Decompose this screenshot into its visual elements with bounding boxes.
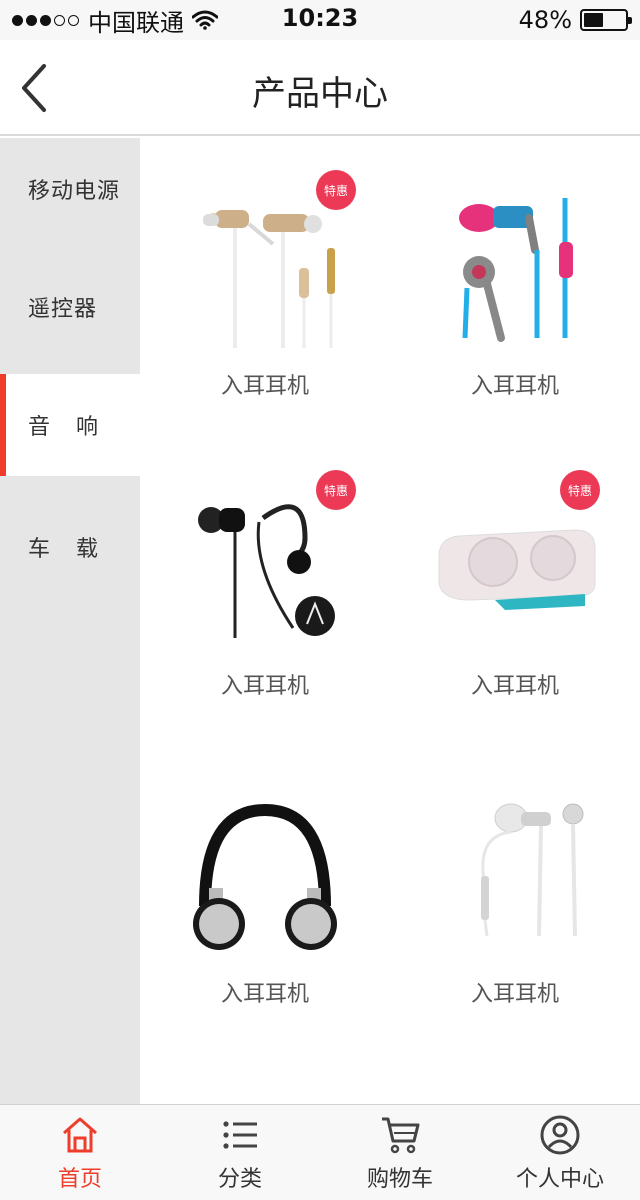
sidebar-item-audio[interactable]: 音响 <box>0 374 140 476</box>
list-icon <box>223 1121 257 1149</box>
nav-header: 产品中心 <box>0 40 640 136</box>
screen: 中国联通 10:23 48% 产品中心 移动电源 遥控器 音响 车载 特惠 入耳… <box>0 0 640 1200</box>
home-icon <box>63 1117 97 1153</box>
tab-label: 个人中心 <box>515 1167 604 1192</box>
sidebar-item-power-bank[interactable]: 移动电源 <box>0 138 140 240</box>
tab-category[interactable]: 分类 <box>160 1105 320 1200</box>
battery-status: 48% <box>518 6 632 34</box>
sidebar-item-remote[interactable]: 遥控器 <box>0 256 140 358</box>
user-icon <box>540 1115 580 1155</box>
product-card[interactable]: 特惠 入耳耳机 <box>140 138 390 438</box>
headphones-icon <box>193 803 337 950</box>
portable-speaker-icon <box>438 529 596 610</box>
product-name: 入耳耳机 <box>220 674 309 699</box>
product-name: 入耳耳机 <box>470 674 559 699</box>
tab-home[interactable]: 首页 <box>0 1105 160 1200</box>
sidebar-item-label: 移动电源 <box>28 179 121 204</box>
product-card[interactable]: 特惠 入耳耳机 <box>390 438 640 738</box>
gold-earphones-icon <box>203 210 335 348</box>
tab-label: 分类 <box>217 1167 262 1192</box>
category-sidebar: 移动电源 遥控器 音响 车载 <box>0 138 140 1104</box>
bottom-tabbar: 首页 分类 购物车 个人中心 <box>0 1104 640 1200</box>
tab-profile[interactable]: 个人中心 <box>480 1105 640 1200</box>
product-card[interactable]: 入耳耳机 <box>390 746 640 1046</box>
black-earphones-icon <box>198 504 335 638</box>
product-card[interactable]: 特惠 入耳耳机 <box>140 438 390 738</box>
battery-fill <box>584 13 603 27</box>
product-name: 入耳耳机 <box>470 982 559 1007</box>
tab-cart[interactable]: 购物车 <box>320 1105 480 1200</box>
product-name: 入耳耳机 <box>470 374 559 399</box>
product-card[interactable]: 入耳耳机 <box>390 138 640 438</box>
battery-percent: 48% <box>518 6 572 34</box>
status-bar: 中国联通 10:23 48% <box>0 0 640 40</box>
page-title: 产品中心 <box>252 74 388 114</box>
product-name: 入耳耳机 <box>220 374 309 399</box>
battery-icon <box>580 9 632 31</box>
product-grid: 特惠 入耳耳机 入耳耳机 特惠 入耳耳机 特惠 入耳耳机 入耳耳机 入耳耳机 <box>140 138 640 1104</box>
sidebar-item-label: 车载 <box>28 537 125 562</box>
cart-icon <box>382 1117 420 1154</box>
sidebar-item-car[interactable]: 车载 <box>0 496 140 598</box>
white-earphones-icon <box>481 803 584 937</box>
product-card[interactable]: 入耳耳机 <box>140 746 390 1046</box>
tab-label: 首页 <box>57 1167 102 1192</box>
sidebar-item-label: 遥控器 <box>28 297 98 322</box>
tab-label: 购物车 <box>366 1167 433 1192</box>
sidebar-item-label: 音响 <box>28 415 125 440</box>
pink-blue-earphones-icon <box>459 198 573 342</box>
product-name: 入耳耳机 <box>220 982 309 1007</box>
